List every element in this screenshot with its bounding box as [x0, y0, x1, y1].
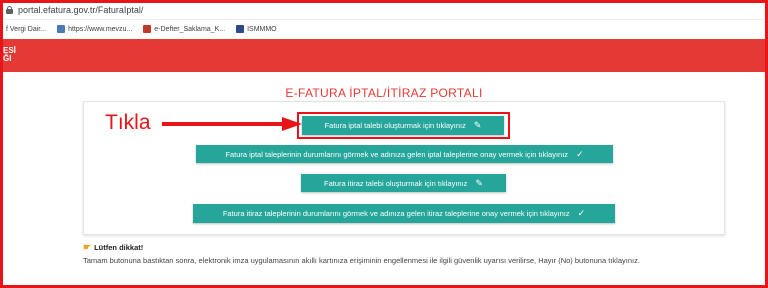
url-text[interactable]: portal.efatura.gov.tr/FaturaIptal/ [18, 5, 143, 15]
pencil-icon: ✎ [475, 177, 483, 188]
bookmark-edefter[interactable]: e-Defter_Saklama_K... [143, 25, 225, 33]
create-objection-request-button[interactable]: Fatura itiraz talebi oluşturmak için tık… [301, 174, 506, 192]
brand-line-2: ĞI [3, 54, 12, 63]
notice-heading-row: ☛ Lütfen dikkat! [83, 242, 743, 253]
view-cancel-requests-button[interactable]: Fatura iptal taleplerinin durumlarını gö… [196, 145, 613, 163]
pointing-hand-icon: ☛ [83, 242, 92, 252]
view-objection-requests-label: Fatura itiraz taleplerinin durumlarını g… [222, 209, 570, 218]
annotation-label: Tıkla [105, 111, 151, 134]
bookmark-mevzuat-label: https://www.mevzu... [68, 25, 133, 33]
bookmark-vergi[interactable]: f Vergi Dair... [6, 26, 46, 33]
ismmmo-icon [236, 25, 245, 33]
view-objection-requests-button[interactable]: Fatura itiraz taleplerinin durumlarını g… [193, 204, 615, 223]
header-banner [0, 39, 768, 72]
mevzuat-icon [57, 25, 66, 33]
bookmark-vergi-label: f Vergi Dair... [6, 25, 47, 33]
bookmark-ismmmo[interactable]: ISMMMO [236, 25, 277, 33]
view-cancel-requests-label: Fatura iptal taleplerinin durumlarını gö… [225, 149, 569, 159]
notice-box: ☛ Lütfen dikkat! Tamam butonuna bastıkta… [83, 242, 743, 266]
highlight-box [297, 112, 510, 139]
address-bar[interactable]: portal.efatura.gov.tr/FaturaIptal/ [0, 0, 768, 20]
notice-text: Tamam butonuna bastıktan sonra, elektron… [83, 256, 640, 265]
bookmarks-bar: f Vergi Dair... https://www.mevzu... e-D… [0, 21, 768, 37]
page-title: E-FATURA İPTAL/İTİRAZ PORTALI [285, 86, 483, 100]
bookmark-ismmmo-label: ISMMMO [247, 25, 277, 33]
bookmark-mevzuat[interactable]: https://www.mevzu... [57, 25, 132, 33]
arrow-icon [162, 117, 302, 131]
check-icon: ✓ [576, 148, 584, 159]
create-objection-request-label: Fatura itiraz talebi oluşturmak için tık… [324, 178, 468, 188]
bookmark-edefter-label: e-Defter_Saklama_K... [154, 25, 226, 33]
brand-logo-text[interactable]: ESİ ĞI [3, 47, 16, 63]
edefter-icon [143, 25, 152, 33]
notice-heading: Lütfen dikkat! [94, 243, 144, 252]
check-icon: ✓ [577, 208, 586, 218]
lock-icon [6, 5, 13, 14]
